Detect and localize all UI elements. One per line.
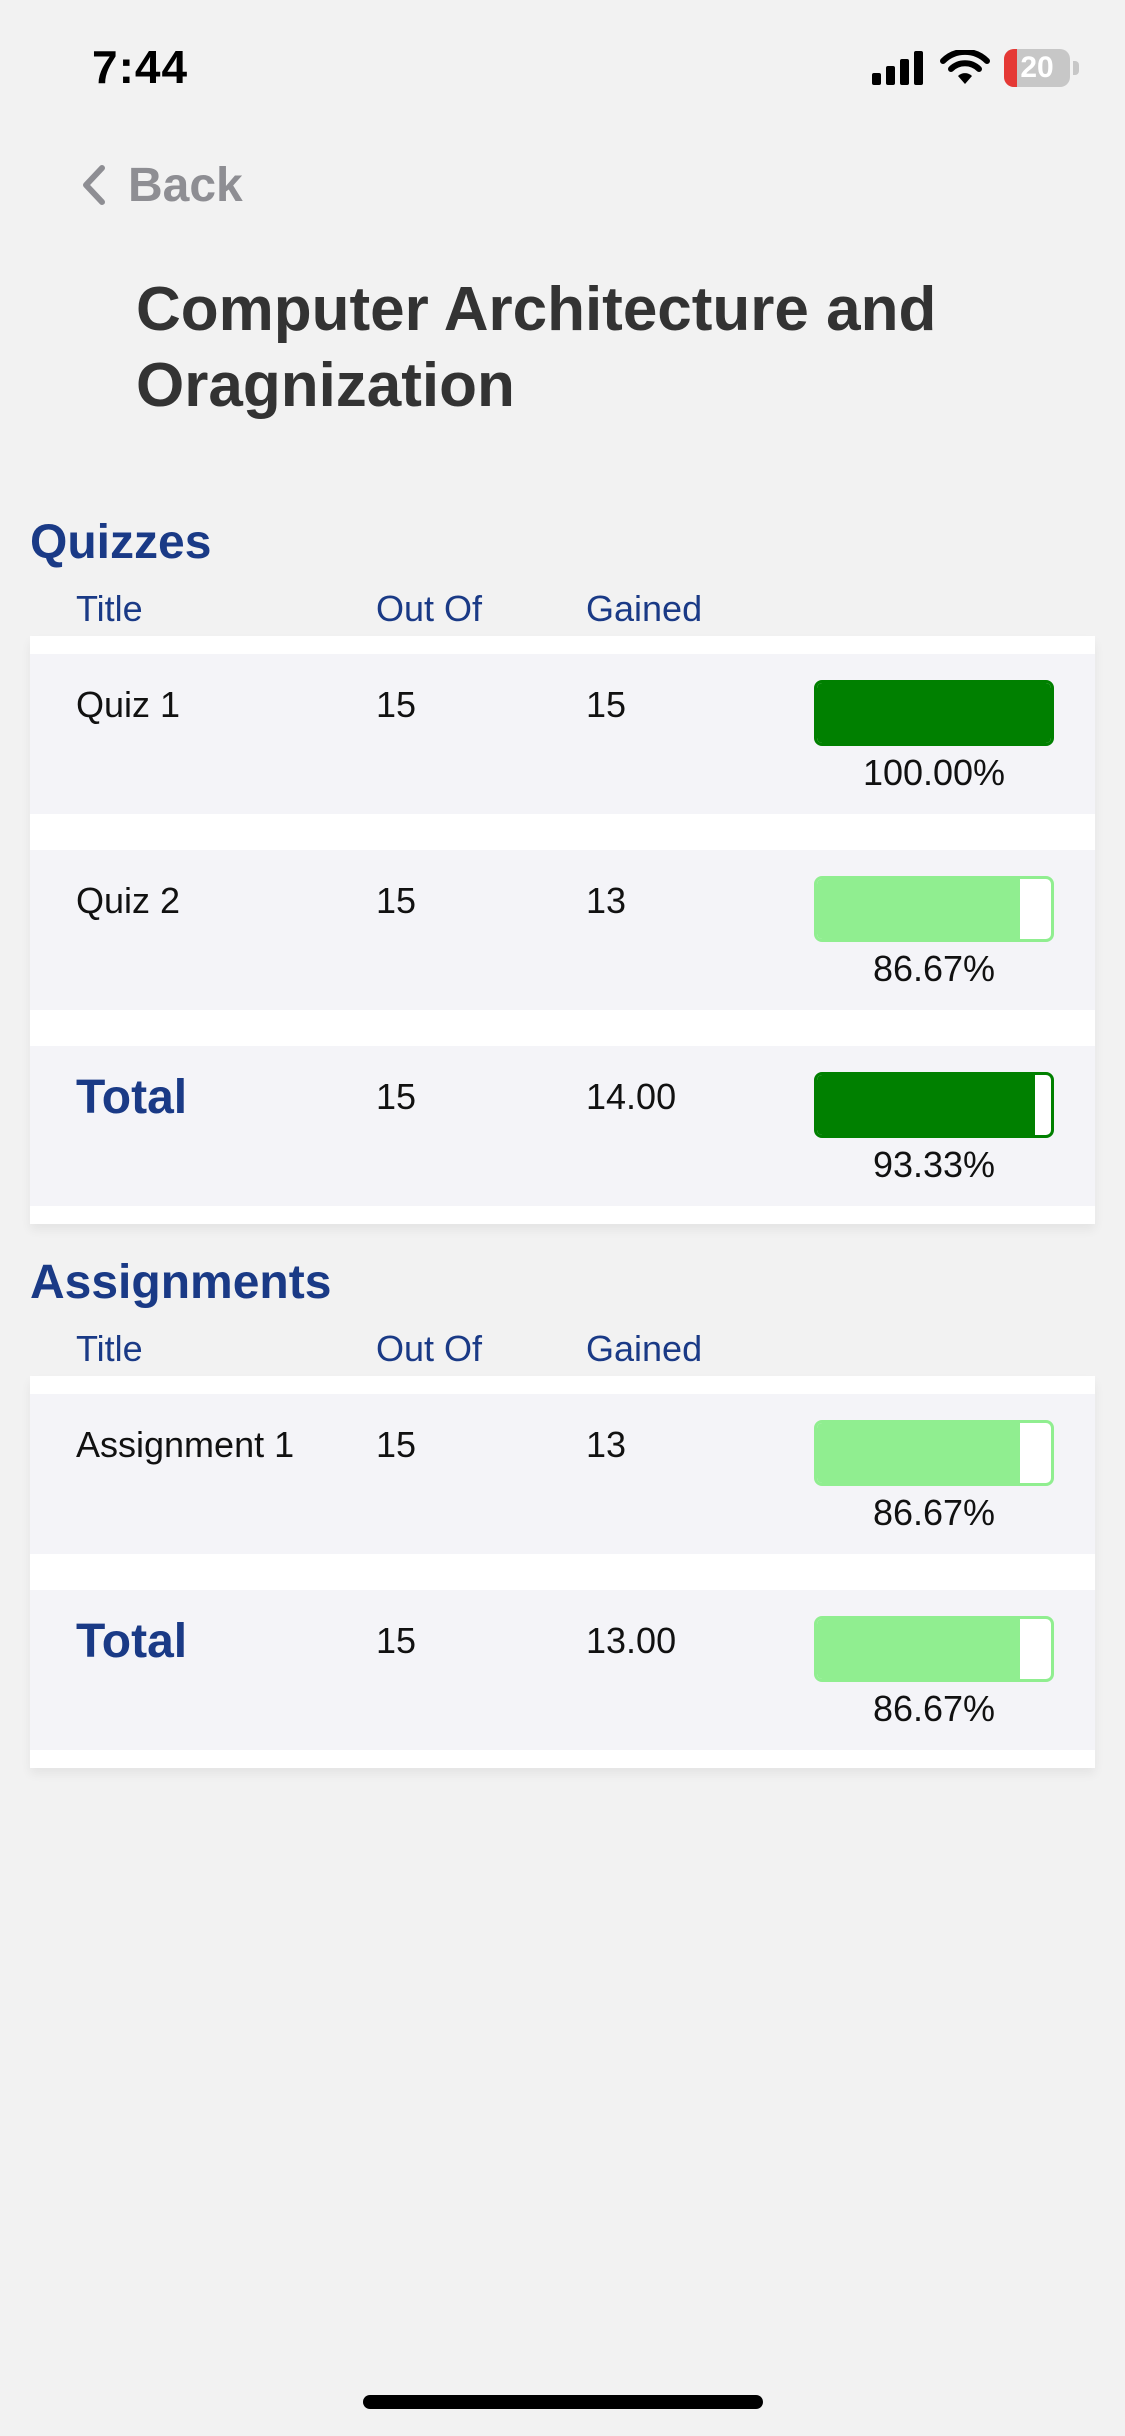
back-button[interactable]: Back — [80, 152, 243, 218]
status-bar: 7:44 20 — [0, 0, 1125, 140]
table-row: Assignment 1 15 13 86.67% — [30, 1394, 1095, 1554]
table-row: Quiz 1 15 15 100.00% — [30, 654, 1095, 814]
table-row-total: Total 15 13.00 86.67% — [30, 1590, 1095, 1750]
row-out-of: 15 — [376, 1620, 417, 1661]
row-percent: 100.00% — [862, 752, 1006, 793]
progress-bar-fill — [817, 1423, 1020, 1483]
quizzes-table: Quiz 1 15 15 100.00% Quiz 2 15 13 86.67%… — [30, 636, 1095, 1224]
row-gained: 14.00 — [586, 1076, 677, 1117]
assignments-column-headers: Title Out Of Gained — [30, 1316, 1095, 1376]
quizzes-column-headers: Title Out Of Gained — [30, 576, 1095, 636]
progress-bar — [814, 1072, 1054, 1138]
signal-icon — [872, 51, 923, 85]
row-title: Quiz 2 — [76, 880, 181, 921]
column-header-title: Title — [76, 1328, 143, 1369]
quizzes-section: Quizzes Title Out Of Gained Quiz 1 15 15… — [30, 510, 1095, 1224]
table-row: Quiz 2 15 13 86.67% — [30, 850, 1095, 1010]
progress-bar-fill — [817, 879, 1020, 939]
row-gained: 13 — [586, 1424, 627, 1465]
battery-nub — [1073, 61, 1079, 75]
progress-bar-fill — [817, 1075, 1036, 1135]
progress-bar — [814, 876, 1054, 942]
row-out-of: 15 — [376, 1076, 417, 1117]
assignments-table: Assignment 1 15 13 86.67% Total 15 13.00… — [30, 1376, 1095, 1768]
quizzes-title: Quizzes — [30, 516, 212, 569]
row-percent: 86.67% — [872, 1492, 996, 1533]
battery-text: 20 — [1020, 51, 1054, 84]
assignments-section: Assignments Title Out Of Gained Assignme… — [30, 1250, 1095, 1768]
row-out-of: 15 — [376, 1424, 417, 1465]
column-header-gained: Gained — [586, 588, 703, 629]
progress-bar — [814, 680, 1054, 746]
row-percent: 86.67% — [872, 948, 996, 989]
row-percent: 93.33% — [872, 1144, 996, 1185]
progress-bar-fill — [817, 1619, 1020, 1679]
column-header-gained: Gained — [586, 1328, 703, 1369]
table-row-total: Total 15 14.00 93.33% — [30, 1046, 1095, 1206]
column-header-out-of: Out Of — [376, 1328, 483, 1369]
row-gained: 13.00 — [586, 1620, 677, 1661]
row-out-of: 15 — [376, 684, 417, 725]
row-gained: 13 — [586, 880, 627, 921]
assignments-title: Assignments — [30, 1256, 332, 1309]
row-gained: 15 — [586, 684, 627, 725]
progress-bar — [814, 1616, 1054, 1682]
status-icons: 20 — [872, 48, 1079, 88]
wifi-icon — [940, 50, 990, 84]
battery-icon: 20 — [1004, 49, 1070, 87]
home-indicator — [363, 2395, 763, 2409]
back-label: Back — [128, 158, 243, 212]
page-title: Computer Architecture and Oragnization — [136, 275, 937, 420]
progress-bar — [814, 1420, 1054, 1486]
row-title: Quiz 1 — [76, 684, 181, 725]
row-out-of: 15 — [376, 880, 417, 921]
chevron-left-icon — [83, 165, 105, 205]
column-header-title: Title — [76, 588, 143, 629]
column-header-out-of: Out Of — [376, 588, 483, 629]
row-percent: 86.67% — [872, 1688, 996, 1729]
total-label: Total — [76, 1071, 188, 1124]
progress-bar-fill — [817, 683, 1051, 743]
row-title: Assignment 1 — [76, 1424, 295, 1465]
status-time: 7:44 — [92, 41, 189, 93]
total-label: Total — [76, 1615, 188, 1668]
